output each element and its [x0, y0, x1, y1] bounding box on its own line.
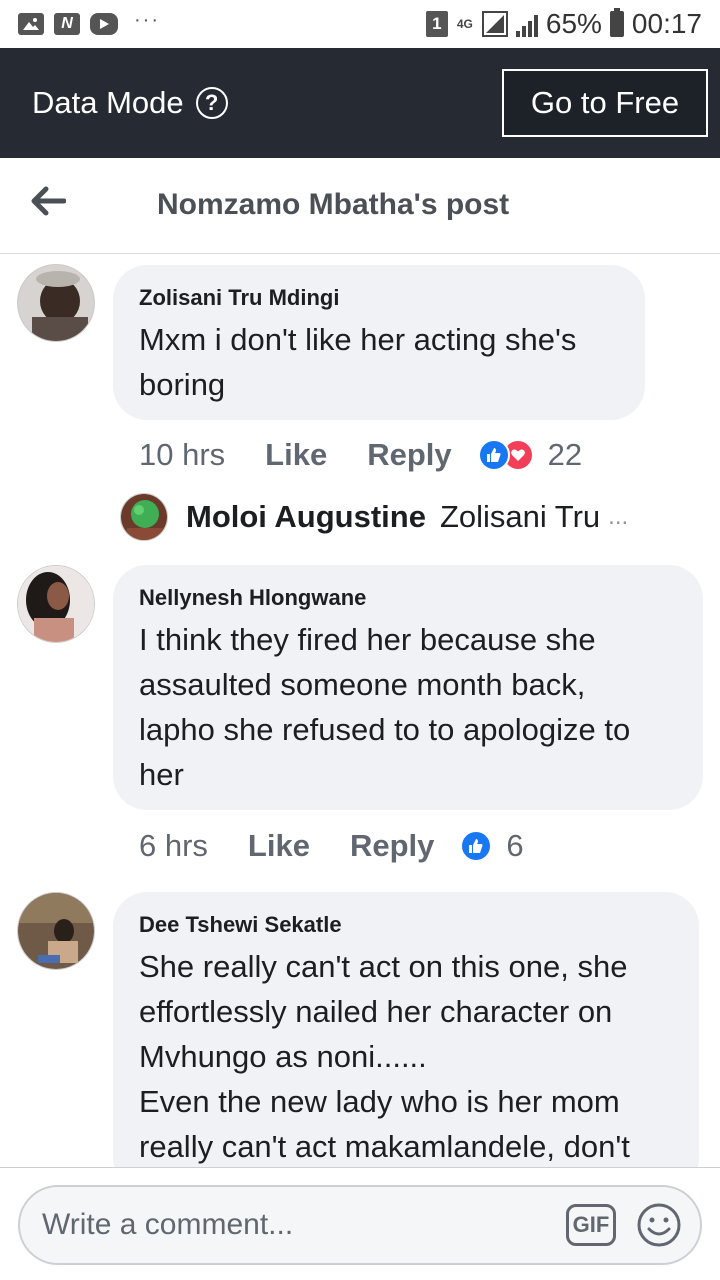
comment-time[interactable]: 10 hrs	[139, 437, 225, 473]
youtube-icon	[90, 13, 118, 35]
reaction-count: 22	[547, 437, 583, 472]
help-icon[interactable]: ?	[195, 87, 228, 119]
like-reaction-icon	[477, 439, 510, 471]
back-arrow-icon[interactable]	[30, 186, 66, 216]
roaming-signal-icon	[481, 11, 508, 37]
reaction-count: 6	[506, 828, 524, 863]
like-reaction-icon	[460, 830, 493, 862]
network-type: 4G	[456, 17, 473, 31]
signal-icon	[515, 11, 538, 37]
reply-avatar	[120, 493, 168, 541]
clock: 00:17	[631, 8, 702, 39]
avatar[interactable]	[17, 892, 95, 970]
gif-button[interactable]: GIF	[566, 1204, 616, 1246]
status-bar: N ··· 1 4G 65% 00:17	[0, 0, 720, 48]
post-header: Nomzamo Mbatha's post	[0, 158, 720, 254]
comment-bubble[interactable]: Dee Tshewi Sekatle She really can't act …	[113, 892, 699, 1167]
reactions-summary[interactable]: 22	[477, 437, 583, 473]
comment-author[interactable]: Dee Tshewi Sekatle	[139, 912, 673, 938]
page-title: Nomzamo Mbatha's post	[157, 188, 510, 221]
data-mode-label: Data Mode	[32, 85, 184, 120]
data-mode-indicator[interactable]: Data Mode ?	[32, 85, 228, 121]
comments-list: Zolisani Tru Mdingi Mxm i don't like her…	[0, 255, 720, 1167]
sim-slot-icon: 1	[425, 11, 448, 37]
comment-composer: GIF	[0, 1167, 720, 1280]
comment-author[interactable]: Zolisani Tru Mdingi	[139, 285, 619, 311]
reply-preview[interactable]: Moloi Augustine Zolisani Tru ...	[120, 493, 628, 541]
like-button[interactable]: Like	[265, 437, 327, 473]
comment-bubble[interactable]: Nellynesh Hlongwane I think they fired h…	[113, 565, 703, 810]
comment-actions: 6 hrs Like Reply 6	[139, 828, 524, 864]
reply-text: Zolisani Tru	[439, 499, 601, 534]
n-app-icon: N	[54, 13, 80, 35]
more-notifications-indicator: ···	[134, 8, 160, 31]
battery-icon	[609, 8, 624, 37]
avatar[interactable]	[17, 264, 95, 342]
comment-bubble[interactable]: Zolisani Tru Mdingi Mxm i don't like her…	[113, 265, 645, 420]
reply-button[interactable]: Reply	[350, 828, 434, 864]
reply-ellipsis: ...	[608, 503, 629, 530]
reply-button[interactable]: Reply	[367, 437, 451, 473]
comment-text: I think they fired her because she assau…	[139, 622, 631, 792]
comment-time[interactable]: 6 hrs	[139, 828, 208, 864]
emoji-icon[interactable]	[636, 1202, 682, 1248]
comment-author[interactable]: Nellynesh Hlongwane	[139, 585, 677, 611]
reply-author: Moloi Augustine	[186, 499, 426, 534]
battery-percent: 65%	[545, 8, 602, 39]
avatar[interactable]	[17, 565, 95, 643]
comment-text: Mxm i don't like her acting she's boring	[139, 322, 577, 402]
comment-actions: 10 hrs Like Reply 22	[139, 437, 582, 473]
data-mode-bar: Data Mode ? Go to Free	[0, 48, 720, 158]
like-button[interactable]: Like	[248, 828, 310, 864]
image-icon	[18, 13, 44, 35]
go-to-free-button[interactable]: Go to Free	[502, 69, 708, 137]
reactions-summary[interactable]: 6	[460, 828, 524, 864]
comment-text: She really can't act on this one, she ef…	[139, 949, 630, 1164]
